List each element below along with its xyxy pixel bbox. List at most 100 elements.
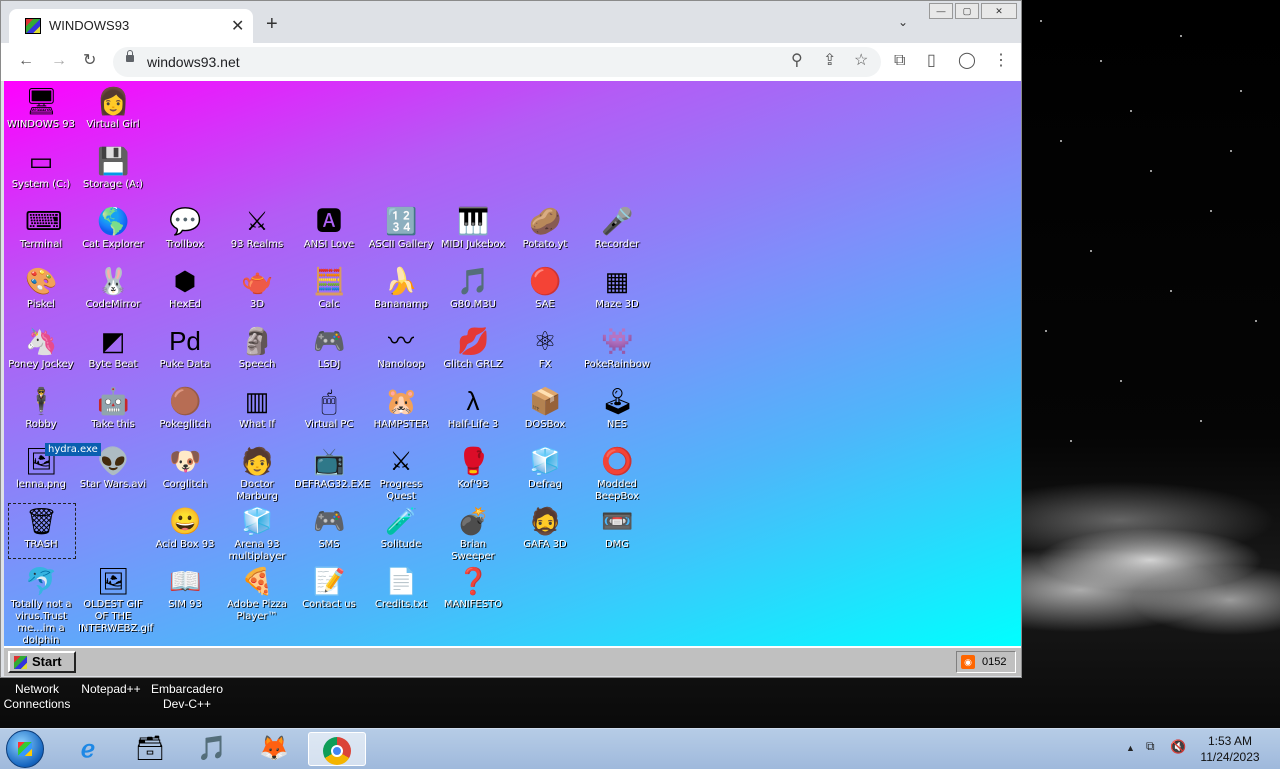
desktop-icon-maze-3d[interactable]: ▦ Maze 3D	[582, 265, 652, 311]
address-bar[interactable]: windows93.net	[113, 47, 881, 77]
desktop-icon-virtual-girl[interactable]: 👩 Virtual Girl	[78, 85, 148, 131]
tab-close-icon[interactable]: ✕	[231, 16, 244, 36]
url-text[interactable]: windows93.net	[147, 54, 240, 70]
desktop-icon-pokerainbow[interactable]: 👾 PokeRainbow	[582, 325, 652, 371]
minimize-button[interactable]: —	[929, 3, 953, 19]
desktop-icon-label: System (C:)	[11, 179, 71, 190]
desktop-icon-doctor-marburg[interactable]: 🧑 Doctor Marburg	[222, 445, 292, 503]
show-hidden-icons[interactable]: ▲	[1126, 743, 1135, 753]
desktop-icon-cat-explorer[interactable]: 🌎 Cat Explorer	[78, 205, 148, 251]
extensions-icon[interactable]: ⧉	[894, 52, 905, 70]
firefox-taskbar-icon[interactable]: 🦊	[248, 732, 300, 766]
desktop-icon-sim-93[interactable]: 📖 SIM 93	[150, 565, 220, 611]
lock-icon[interactable]	[126, 50, 134, 62]
desktop-icon-brian-sweeper[interactable]: 💣 Brian Sweeper	[438, 505, 508, 563]
desktop-icon-g80-m3u[interactable]: 🎵 G80.M3U	[438, 265, 508, 311]
start-button[interactable]: Start	[8, 651, 76, 673]
desktop-icon-fx[interactable]: ⚛ FX	[510, 325, 580, 371]
close-window-button[interactable]: ✕	[981, 3, 1017, 19]
desktop-icon-hexed[interactable]: ⬢ HexEd	[150, 265, 220, 311]
internet-explorer-taskbar-icon[interactable]: ℯ	[62, 732, 114, 766]
volume-muted-icon[interactable]: 🔇	[1170, 739, 1186, 755]
desktop-icon-dosbox[interactable]: 📦 DOSBox	[510, 385, 580, 431]
desktop-icon-glitch-grlz[interactable]: 💋 Glitch GRLZ	[438, 325, 508, 371]
desktop-icon-robby[interactable]: 🕴 Robby	[6, 385, 76, 431]
desktop-icon-adobe-pizza-player[interactable]: 🍕 Adobe Pizza Player™	[222, 565, 292, 623]
desktop-icon-virtual-pc[interactable]: 🖱 Virtual PC	[294, 385, 364, 431]
new-tab-button[interactable]: +	[266, 14, 278, 34]
desktop-icon-nes[interactable]: 🕹 NES	[582, 385, 652, 431]
desktop-icon-potato-yt[interactable]: 🥔 Potato.yt	[510, 205, 580, 251]
desktop-icon-gafa-3d[interactable]: 🧔 GAFA 3D	[510, 505, 580, 551]
desktop-icon-corglitch[interactable]: 🐶 Corglitch	[150, 445, 220, 491]
desktop-icon-poney-jockey[interactable]: 🦄 Poney Jockey	[6, 325, 76, 371]
side-panel-icon[interactable]: ▯	[927, 52, 936, 70]
desktop-icon-midi-jukebox[interactable]: 🎹 MIDI Jukebox	[438, 205, 508, 251]
desktop-icon-sae[interactable]: 🔴 SAE	[510, 265, 580, 311]
desktop-icon-defrag[interactable]: 🧊 Defrag	[510, 445, 580, 491]
host-icon-devcpp[interactable]: Embarcadero Dev-C++	[148, 682, 226, 712]
host-icon-notepadpp[interactable]: Notepad++	[76, 682, 146, 697]
desktop-icon-take-this[interactable]: 🤖 Take this	[78, 385, 148, 431]
host-icon-network-connections[interactable]: Network Connections	[2, 682, 72, 712]
desktop-icon-codemirror[interactable]: 🐰 CodeMirror	[78, 265, 148, 311]
desktop-icon-what-if[interactable]: ▥ What If	[222, 385, 292, 431]
desktop-icon-93-realms[interactable]: ⚔ 93 Realms	[222, 205, 292, 251]
desktop-icon-modded-beepbox[interactable]: ⭕ Modded BeepBox	[582, 445, 652, 503]
maximize-button[interactable]: ▢	[955, 3, 979, 19]
desktop-icon-sms[interactable]: 🎮 SMS	[294, 505, 364, 551]
reload-icon[interactable]: ↻	[83, 52, 96, 70]
share-icon[interactable]: ⇪	[823, 52, 836, 70]
desktop-icon-lsdj[interactable]: 🎮 LSDJ	[294, 325, 364, 371]
desktop-icon-arena-93-multiplayer[interactable]: 🧊 Arena 93 multiplayer	[222, 505, 292, 563]
archive-taskbar-icon[interactable]: 🗃	[124, 732, 176, 766]
desktop-icon-system-c[interactable]: ▭ System (C:)	[6, 145, 76, 191]
desktop-icon-recorder[interactable]: 🎤 Recorder	[582, 205, 652, 251]
windows93-favicon-icon	[25, 18, 41, 34]
chrome-taskbar-icon[interactable]	[308, 732, 366, 766]
desktop-icon-nanoloop[interactable]: 〰 Nanoloop	[366, 325, 436, 371]
desktop-icon-progress-quest[interactable]: ⚔ Progress Quest	[366, 445, 436, 503]
desktop-icon-contact-us[interactable]: 📝 Contact us	[294, 565, 364, 611]
network-tray-icon[interactable]: ⧉	[1146, 739, 1155, 754]
desktop-icon-ansi-love[interactable]: 🅰 ANSI Love	[294, 205, 364, 251]
desktop-icon-speech[interactable]: 🗿 Speech	[222, 325, 292, 371]
browser-menu-icon[interactable]: ⋮	[993, 52, 1009, 70]
desktop-icon-manifesto[interactable]: ❓ MANIFESTO	[438, 565, 508, 611]
itunes-taskbar-icon[interactable]: 🎵	[186, 732, 238, 766]
desktop-icon-acid-box-93[interactable]: 😀 Acid Box 93	[150, 505, 220, 551]
tab-search-icon[interactable]: ⌄	[898, 15, 908, 29]
desktop-icon-piskel[interactable]: 🎨 Piskel	[6, 265, 76, 311]
desktop-icon-kof-93[interactable]: 🥊 Kof'93	[438, 445, 508, 491]
desktop-icon-dmg[interactable]: 📼 DMG	[582, 505, 652, 551]
desktop-icon-3d[interactable]: 🫖 3D	[222, 265, 292, 311]
rss-icon[interactable]: ◉	[961, 655, 975, 669]
bookmark-star-icon[interactable]: ☆	[854, 52, 868, 70]
desktop-icon-puke-data[interactable]: Pd Puke Data	[150, 325, 220, 371]
desktop-icon-label: Kof'93	[457, 479, 489, 490]
desktop-icon-oldest-gif-of-the-interwebz-gif[interactable]: 🖼 OLDEST GIF OF THE INTERWEBZ.gif	[78, 565, 153, 635]
desktop-icon-storage-a[interactable]: 💾 Storage (A:)	[78, 145, 148, 191]
system-clock[interactable]: 1:53 AM 11/24/2023	[1192, 733, 1268, 765]
windows-start-orb[interactable]	[6, 730, 44, 768]
desktop-icon-terminal[interactable]: ⌨ Terminal	[6, 205, 76, 251]
zoom-icon[interactable]: ⚲	[791, 52, 803, 70]
desktop-icon-byte-beat[interactable]: ◩ Byte Beat	[78, 325, 148, 371]
profile-avatar-icon[interactable]: ◯	[958, 52, 976, 70]
desktop-icon-totally-not-a-virus-trust-me-im-a-dolphin[interactable]: 🐬 Totally not a virus.Trust me...im a dol…	[6, 565, 76, 646]
forward-icon[interactable]: →	[51, 52, 67, 70]
desktop-icon-ascii-gallery[interactable]: 🔢 ASCII Gallery	[366, 205, 436, 251]
desktop-icon-pokeglitch[interactable]: 🟤 Pokeglitch	[150, 385, 220, 431]
desktop-icon-solitude[interactable]: 🧪 Solitude	[366, 505, 436, 551]
desktop-icon-windows-93[interactable]: 🖥 WINDOWS 93	[6, 85, 76, 131]
tab-windows93[interactable]: WINDOWS93 ✕	[9, 9, 253, 43]
desktop-icon-defrag32-exe[interactable]: 📺 DEFRAG32.EXE	[294, 445, 370, 491]
desktop-icon-trash[interactable]: 🗑 TRASH	[6, 505, 76, 551]
desktop-icon-half-life-3[interactable]: λ Half-Life 3	[438, 385, 508, 431]
desktop-icon-credits-txt[interactable]: 📄 Credits.txt	[366, 565, 436, 611]
desktop-icon-bananamp[interactable]: 🍌 Bananamp	[366, 265, 436, 311]
back-icon[interactable]: ←	[18, 52, 34, 70]
desktop-icon-hampster[interactable]: 🐹 HAMPSTER	[366, 385, 436, 431]
desktop-icon-trollbox[interactable]: 💬 Trollbox	[150, 205, 220, 251]
desktop-icon-calc[interactable]: 🧮 Calc	[294, 265, 364, 311]
